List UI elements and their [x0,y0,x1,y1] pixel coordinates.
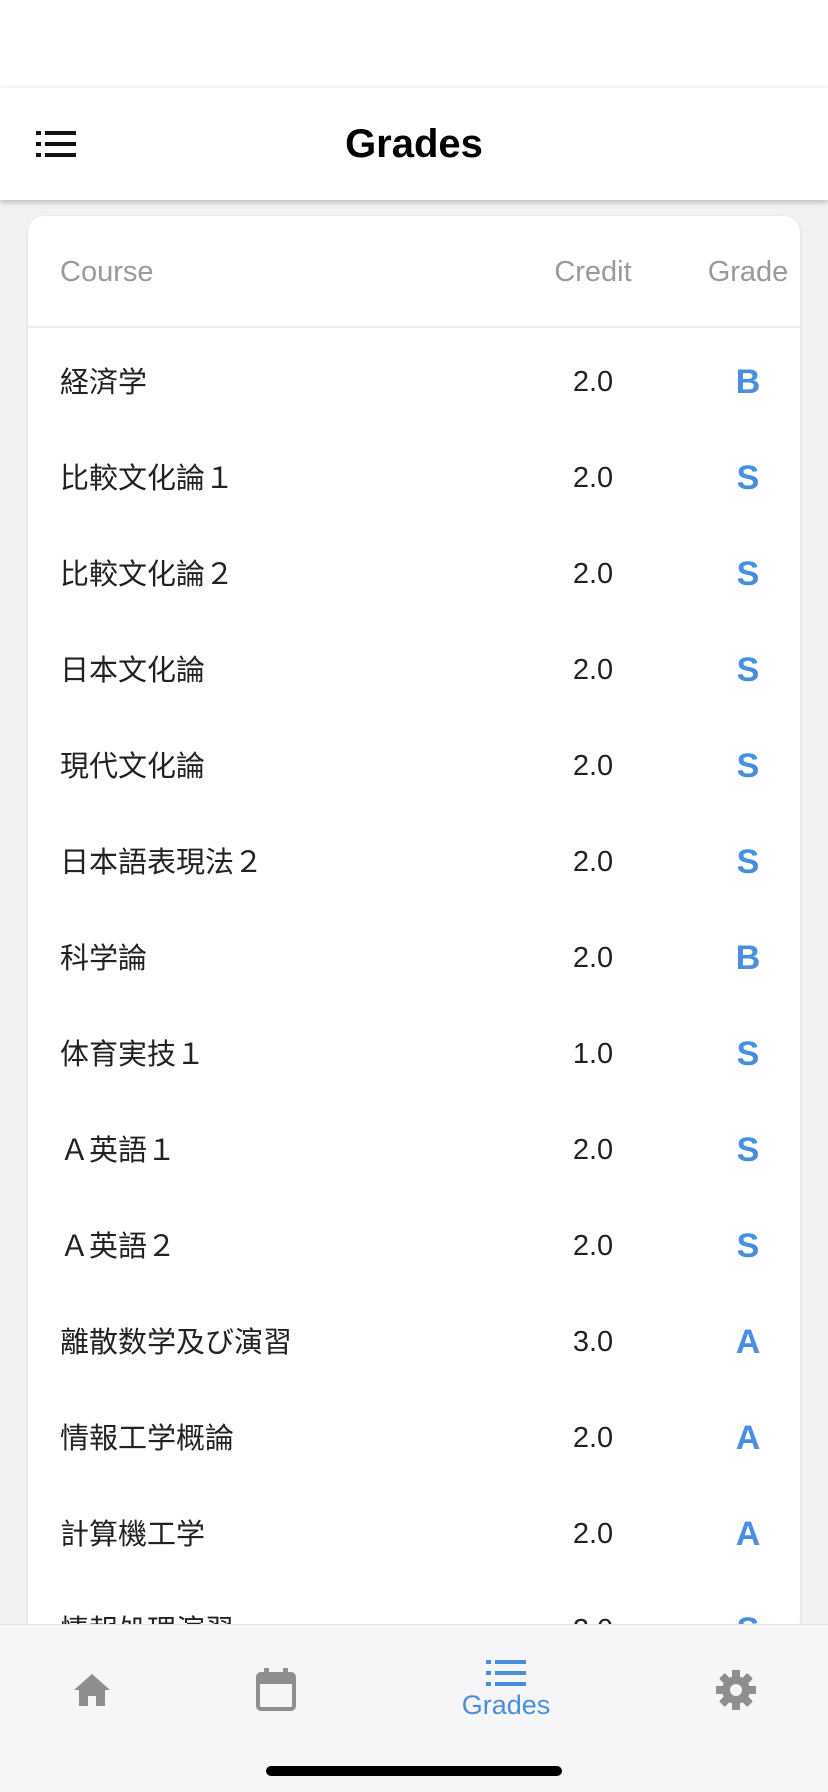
course-credit: 2.0 [572,1230,614,1262]
course-credit: 2.0 [572,750,614,782]
page-title: Grades [345,122,483,166]
course-credit: 3.0 [572,1326,614,1358]
table-row[interactable]: 体育実技１ 1.0 S [28,1006,800,1102]
list-icon [486,1659,526,1686]
course-name: 日本文化論 [60,653,206,687]
course-grade: S [736,1227,760,1265]
tab-settings[interactable] [696,1635,776,1745]
table-row[interactable]: 比較文化論１ 2.0 S [28,430,800,526]
tab-grades-label: Grades [461,1689,551,1720]
course-grade: B [735,939,761,977]
list-icon [36,131,76,157]
course-credit: 2.0 [572,558,614,590]
course-grade: S [736,1131,760,1169]
course-credit: 1.0 [572,1038,614,1070]
course-name: Ａ英語１ [60,1133,177,1167]
course-name: 体育実技１ [60,1037,206,1071]
table-row[interactable]: Ａ英語２ 2.0 S [28,1198,800,1294]
column-header-course[interactable]: Course [60,216,154,328]
course-credit: 2.0 [572,462,614,494]
course-grade: S [736,555,760,593]
course-grade: A [735,1419,761,1457]
course-grade: B [735,363,761,401]
grades-table: Course Credit Grade 経済学 2.0 B 比較文化論１ 2.0 S 比較文… [28,216,800,1636]
tab-calendar[interactable] [236,1635,316,1745]
table-row[interactable]: 日本文化論 2.0 S [28,622,800,718]
course-credit: 2.0 [572,366,614,398]
table-row[interactable]: 科学論 2.0 B [28,910,800,1006]
column-header-credit[interactable]: Credit [518,216,668,328]
course-grade: A [735,1323,761,1361]
tab-home[interactable] [52,1635,132,1745]
course-name: 現代文化論 [60,749,206,783]
course-grade: S [736,459,760,497]
home-icon [74,1674,110,1706]
course-credit: 2.0 [572,942,614,974]
app-bar: Grades [0,88,828,200]
table-row[interactable]: 現代文化論 2.0 S [28,718,800,814]
course-name: Ａ英語２ [60,1229,177,1263]
course-name: 比較文化論２ [60,557,235,591]
course-grade: S [736,651,760,689]
course-grade: A [735,1515,761,1553]
table-header: Course Credit Grade [28,216,800,328]
status-bar [0,0,828,88]
course-name: 情報工学概論 [60,1421,235,1455]
course-grade: S [736,843,760,881]
course-grade: S [736,747,760,785]
column-header-grade[interactable]: Grade [678,216,800,328]
course-credit: 2.0 [572,654,614,686]
course-name: 比較文化論１ [60,461,235,495]
course-credit: 2.0 [572,1518,614,1550]
table-row[interactable]: 経済学 2.0 B [28,334,800,430]
menu-button[interactable] [30,124,82,164]
course-name: 日本語表現法２ [60,845,264,879]
table-row[interactable]: 計算機工学 2.0 A [28,1486,800,1582]
course-credit: 2.0 [572,1134,614,1166]
course-credit: 2.0 [572,1422,614,1454]
course-credit: 2.0 [572,846,614,878]
gear-icon [716,1670,756,1710]
table-row[interactable]: 日本語表現法２ 2.0 S [28,814,800,910]
course-name: 計算機工学 [60,1517,206,1551]
table-body: 経済学 2.0 B 比較文化論１ 2.0 S 比較文化論２ 2.0 S 日本文化論 2.0 S 現代文化… [28,334,800,1636]
table-row[interactable]: 情報工学概論 2.0 A [28,1390,800,1486]
course-name: 離散数学及び演習 [60,1325,293,1359]
table-row[interactable]: 離散数学及び演習 3.0 A [28,1294,800,1390]
table-row[interactable]: 比較文化論２ 2.0 S [28,526,800,622]
table-row[interactable]: Ａ英語１ 2.0 S [28,1102,800,1198]
course-grade: S [736,1035,760,1073]
course-name: 経済学 [60,365,148,399]
home-indicator [266,1766,562,1776]
course-name: 科学論 [60,941,148,975]
calendar-icon [256,1668,296,1711]
tab-grades[interactable]: Grades [440,1635,572,1745]
